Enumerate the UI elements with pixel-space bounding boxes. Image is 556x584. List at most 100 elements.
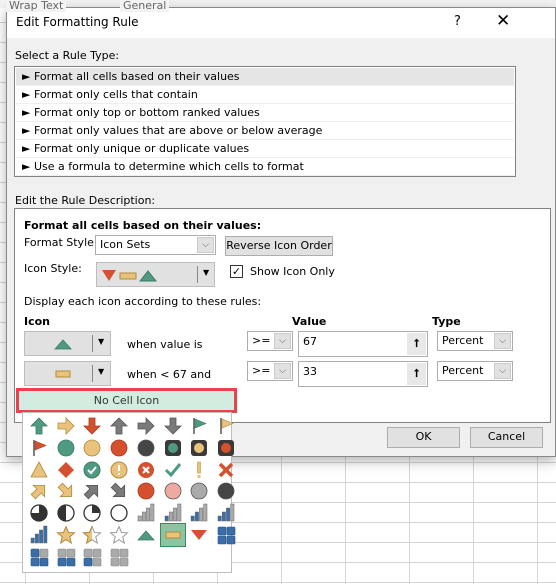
- icon-style-label: Icon Style:: [24, 262, 82, 275]
- arrow-downright-gray-icon[interactable]: [109, 481, 129, 501]
- pie-3-icon[interactable]: [29, 503, 49, 523]
- pie-2-icon[interactable]: [56, 503, 76, 523]
- arrow-upright-yellow-icon[interactable]: [29, 481, 49, 501]
- number-format-select[interactable]: General: [120, 0, 170, 12]
- dropdown-arrow-icon: ▼: [98, 337, 105, 346]
- traffic-yellow-icon[interactable]: [189, 438, 209, 458]
- rule-type-item[interactable]: ► Format only unique or duplicate values: [16, 140, 514, 158]
- rule-type-text: Format only top or bottom ranked values: [33, 106, 260, 119]
- bullet-arrow-icon: ►: [22, 142, 34, 155]
- icon-column-header: Icon: [24, 315, 51, 328]
- operator-value: >=: [252, 364, 271, 377]
- check-green-icon[interactable]: [163, 460, 183, 480]
- rule-type-item[interactable]: ► Format only cells that contain: [16, 86, 514, 104]
- xcircle-red-icon[interactable]: [136, 460, 156, 480]
- cancel-button[interactable]: Cancel: [470, 427, 543, 448]
- icon-select[interactable]: ▼: [24, 361, 111, 386]
- star-half-icon[interactable]: [82, 525, 103, 545]
- boxes-1-icon[interactable]: [82, 547, 102, 567]
- circle-yellow-icon[interactable]: [82, 438, 102, 458]
- type-value: Percent: [442, 364, 484, 377]
- range-select-button[interactable]: ⭡: [407, 363, 426, 385]
- rule-type-item[interactable]: ► Format only values that are above or b…: [16, 122, 514, 140]
- boxes-3-icon[interactable]: [29, 547, 49, 567]
- help-button[interactable]: ?: [454, 14, 461, 29]
- flag-red-icon[interactable]: [29, 438, 49, 458]
- circle-red-icon[interactable]: [136, 481, 156, 501]
- flag-yellow-icon[interactable]: [216, 416, 236, 436]
- dash-yellow-icon[interactable]: [159, 523, 186, 547]
- value-column-header: Value: [292, 315, 327, 328]
- bars-4-icon[interactable]: [29, 525, 49, 545]
- type-value: Percent: [442, 334, 484, 347]
- show-icon-only-checkbox[interactable]: ✓: [230, 265, 243, 278]
- arrow-downright-yellow-icon[interactable]: [56, 481, 76, 501]
- format-style-select[interactable]: Icon Sets ⌵: [95, 235, 216, 255]
- close-button[interactable]: ✕: [496, 11, 510, 31]
- rule-type-text: Use a formula to determine which cells t…: [33, 160, 304, 173]
- wrap-text-button[interactable]: Wrap Text: [6, 0, 67, 12]
- bullet-arrow-icon: ►: [22, 160, 34, 173]
- type-select[interactable]: Percent ⌵: [437, 331, 513, 351]
- star-full-icon[interactable]: [55, 525, 76, 545]
- bars-2-icon[interactable]: [189, 503, 209, 523]
- bars-3-icon[interactable]: [216, 503, 236, 523]
- condition-label: when < 67 and: [127, 368, 212, 381]
- value-text: 33: [303, 365, 317, 378]
- rule-type-text: Format all cells based on their values: [33, 70, 240, 83]
- circle-pink-icon[interactable]: [163, 481, 183, 501]
- arrow-down-gray-icon[interactable]: [163, 416, 183, 436]
- excl-yellow-icon[interactable]: [189, 460, 209, 480]
- circle-black-icon[interactable]: [136, 438, 156, 458]
- arrow-right-gray-icon[interactable]: [136, 416, 156, 436]
- pie-0-icon[interactable]: [109, 503, 129, 523]
- bars-1-icon[interactable]: [163, 503, 183, 523]
- x-red-icon[interactable]: [216, 460, 236, 480]
- type-select[interactable]: Percent ⌵: [437, 361, 513, 381]
- format-style-label: Format Style:: [24, 236, 98, 249]
- rule-type-item[interactable]: ► Format all cells based on their values: [16, 68, 514, 86]
- rule-description-label: Edit the Rule Description:: [15, 194, 156, 207]
- ok-button[interactable]: OK: [387, 427, 460, 448]
- arrow-up-gray-icon[interactable]: [109, 416, 129, 436]
- rule-type-item[interactable]: ► Use a formula to determine which cells…: [16, 158, 514, 176]
- arrow-right-yellow-icon[interactable]: [56, 416, 76, 436]
- flag-green-icon[interactable]: [189, 416, 209, 436]
- circle-lightgray-icon[interactable]: [189, 481, 209, 501]
- rule-type-text: Format only unique or duplicate values: [33, 142, 250, 155]
- arrow-up-green-icon[interactable]: [29, 416, 49, 436]
- reverse-icon-order-button[interactable]: Reverse Icon Order: [225, 236, 333, 256]
- operator-select[interactable]: >= ⌵: [247, 331, 293, 351]
- exclcircle-yellow-icon[interactable]: [109, 460, 129, 480]
- rule-type-item[interactable]: ► Format only top or bottom ranked value…: [16, 104, 514, 122]
- traffic-red-icon[interactable]: [216, 438, 236, 458]
- traffic-green-icon[interactable]: [163, 438, 183, 458]
- boxes-2-icon[interactable]: [56, 547, 76, 567]
- icon-select[interactable]: ▼: [24, 331, 111, 356]
- value-input[interactable]: 33 ⭡: [298, 361, 428, 387]
- checkcircle-green-icon[interactable]: [82, 460, 102, 480]
- value-input[interactable]: 67 ⭡: [298, 331, 428, 357]
- star-empty-icon[interactable]: [109, 525, 129, 545]
- arrow-upright-gray-icon[interactable]: [82, 481, 102, 501]
- operator-select[interactable]: >= ⌵: [247, 361, 293, 381]
- bars-0-icon[interactable]: [136, 503, 156, 523]
- triangle-yellow-icon[interactable]: [29, 460, 49, 480]
- icon-style-select[interactable]: ▼: [96, 262, 215, 287]
- arrow-down-red-icon[interactable]: [82, 416, 102, 436]
- diamond-red-icon[interactable]: [56, 460, 76, 480]
- triangle-down-red-icon[interactable]: [189, 525, 209, 545]
- circle-red-icon[interactable]: [109, 438, 129, 458]
- boxes-0-icon[interactable]: [109, 547, 129, 567]
- circle-black-icon[interactable]: [216, 481, 236, 501]
- rule-type-list[interactable]: ► Format all cells based on their values…: [14, 66, 516, 177]
- chevron-down-icon: ⌵: [197, 237, 214, 253]
- pie-1-icon[interactable]: [82, 503, 102, 523]
- operator-value: >=: [252, 334, 271, 347]
- chevron-down-icon: ⌵: [494, 333, 511, 349]
- boxes-4-icon[interactable]: [216, 525, 236, 545]
- circle-green-icon[interactable]: [56, 438, 76, 458]
- triangle-up-green-icon[interactable]: [136, 525, 156, 545]
- range-select-button[interactable]: ⭡: [407, 333, 426, 355]
- no-cell-icon-option[interactable]: No Cell Icon: [16, 388, 237, 413]
